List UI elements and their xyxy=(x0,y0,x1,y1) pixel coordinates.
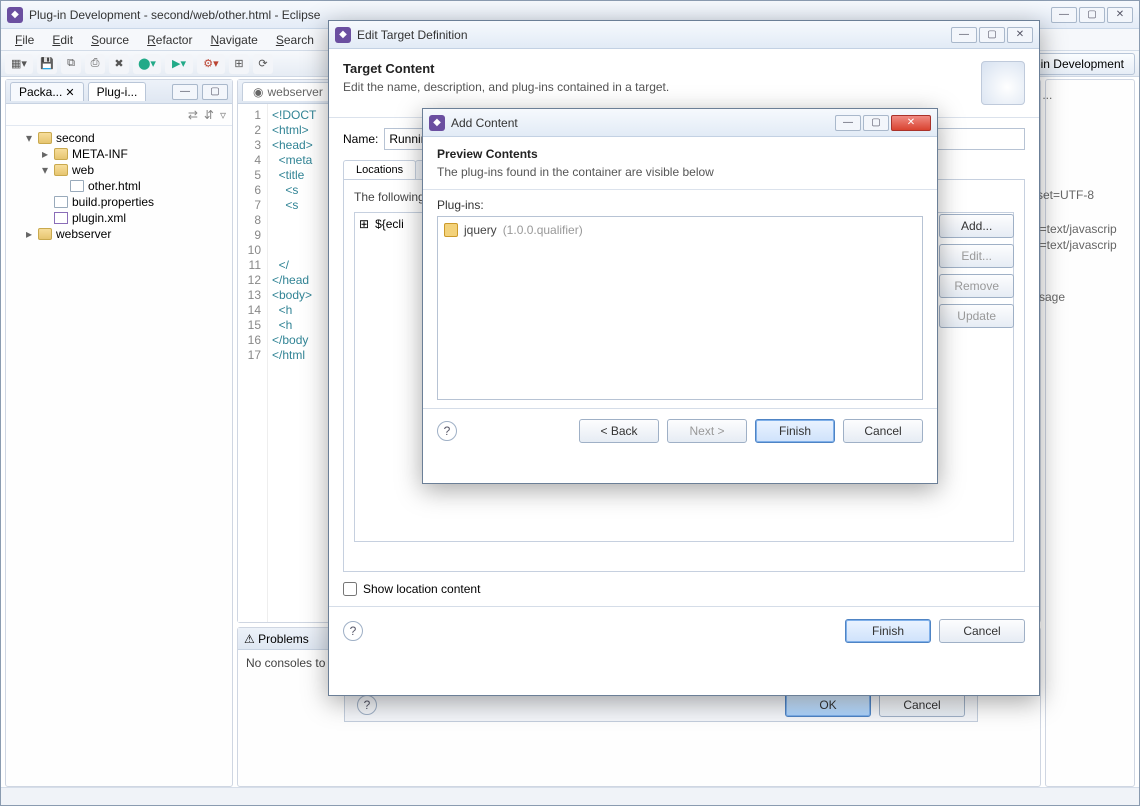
cancel-button[interactable]: Cancel xyxy=(879,693,965,717)
cancel-button[interactable]: Cancel xyxy=(939,619,1025,643)
menu-refactor[interactable]: Refactor xyxy=(139,31,200,49)
name-label: Name: xyxy=(343,132,378,146)
refresh-button[interactable]: ⟳ xyxy=(253,54,273,74)
menu-file[interactable]: File xyxy=(7,31,42,49)
plugins-list[interactable]: jquery (1.0.0.qualifier) xyxy=(437,216,923,400)
remove-button[interactable]: Remove xyxy=(939,274,1014,298)
eclipse-icon: ◆ xyxy=(335,27,351,43)
status-bar xyxy=(1,787,1139,805)
plugins-label: Plug-ins: xyxy=(437,198,923,212)
plugin-name: jquery xyxy=(464,223,497,237)
maximize-button[interactable]: ▢ xyxy=(1079,7,1105,23)
next-button[interactable]: Next > xyxy=(667,419,747,443)
source-code[interactable]: <!DOCT <html> <head> <meta <title <s <s … xyxy=(268,104,320,622)
outline-fragments: k ... rset=UTF-8 e=text/javascrip e=text… xyxy=(1033,87,1133,305)
close-button[interactable]: ✕ xyxy=(1107,7,1133,23)
tool-a[interactable]: ✖ xyxy=(109,54,129,74)
menu-source[interactable]: Source xyxy=(83,31,137,49)
location-item: ${ecli xyxy=(375,217,404,231)
addc-titlebar[interactable]: ◆ Add Content — ▢ ✕ xyxy=(423,109,937,137)
file-icon xyxy=(54,196,68,208)
folder-icon xyxy=(54,164,68,176)
etd-titlebar[interactable]: ◆ Edit Target Definition — ▢ ✕ xyxy=(329,21,1039,49)
etd-title: Edit Target Definition xyxy=(357,28,951,42)
ok-button[interactable]: OK xyxy=(785,693,871,717)
xml-file-icon xyxy=(54,212,68,224)
edit-button[interactable]: Edit... xyxy=(939,244,1014,268)
help-icon[interactable]: ? xyxy=(437,421,457,441)
plugin-version: (1.0.0.qualifier) xyxy=(503,223,583,237)
collapse-icon[interactable]: ⇄ xyxy=(188,108,198,122)
cancel-button[interactable]: Cancel xyxy=(843,419,923,443)
help-icon[interactable]: ? xyxy=(343,621,363,641)
plugin-icon xyxy=(444,223,458,237)
location-icon: ⊞ xyxy=(359,217,369,231)
add-button[interactable]: Add... xyxy=(939,214,1014,238)
folder-icon xyxy=(38,228,52,240)
panel-min-icon[interactable]: — xyxy=(172,84,198,100)
eclipse-icon: ◆ xyxy=(429,115,445,131)
menu-navigate[interactable]: Navigate xyxy=(202,31,265,49)
back-button[interactable]: < Back xyxy=(579,419,659,443)
link-icon[interactable]: ⇵ xyxy=(204,108,214,122)
file-icon xyxy=(70,180,84,192)
help-icon[interactable]: ? xyxy=(357,695,377,715)
open-type-button[interactable]: ⊞ xyxy=(229,54,249,74)
addc-heading: Preview Contents xyxy=(437,147,923,161)
finish-button[interactable]: Finish xyxy=(845,619,931,643)
save-button[interactable]: 💾 xyxy=(37,54,57,74)
addc-title: Add Content xyxy=(451,116,835,130)
folder-icon xyxy=(38,132,52,144)
eclipse-icon: ◆ xyxy=(7,7,23,23)
add-content-dialog: ◆ Add Content — ▢ ✕ Preview Contents The… xyxy=(422,108,938,484)
run-button[interactable]: ▶▾ xyxy=(165,54,193,74)
debug-button[interactable]: ⬤▾ xyxy=(133,54,161,74)
minimize-button[interactable]: — xyxy=(1051,7,1077,23)
problems-tab[interactable]: ⚠ Problems xyxy=(244,632,309,646)
addc-minimize[interactable]: — xyxy=(835,115,861,131)
tab-package-explorer[interactable]: Packa... ✕ xyxy=(10,82,84,101)
package-explorer-panel: Packa... ✕ Plug-i... — ▢ ⇄ ⇵ ▿ ▾second ▸… xyxy=(5,79,233,787)
ext-tools-button[interactable]: ⚙▾ xyxy=(197,54,225,74)
tab-locations[interactable]: Locations xyxy=(343,160,416,179)
file-icon: ◉ xyxy=(253,85,263,99)
menu-icon[interactable]: ▿ xyxy=(220,108,226,122)
finish-button[interactable]: Finish xyxy=(755,419,835,443)
etd-minimize[interactable]: — xyxy=(951,27,977,43)
new-button[interactable]: ▦▾ xyxy=(5,54,33,74)
etd-maximize[interactable]: ▢ xyxy=(979,27,1005,43)
addc-subheading: The plug-ins found in the container are … xyxy=(437,165,923,179)
save-all-button[interactable]: ⧉ xyxy=(61,54,81,74)
menu-edit[interactable]: Edit xyxy=(44,31,81,49)
project-tree[interactable]: ▾second ▸META-INF ▾web other.html build.… xyxy=(6,126,232,786)
line-gutter: 1234567891011121314151617 xyxy=(238,104,268,622)
target-icon xyxy=(981,61,1025,105)
show-location-content-label: Show location content xyxy=(363,582,480,596)
menu-search[interactable]: Search xyxy=(268,31,322,49)
tab-plugins[interactable]: Plug-i... xyxy=(88,82,147,101)
folder-icon xyxy=(54,148,68,160)
addc-maximize[interactable]: ▢ xyxy=(863,115,889,131)
panel-max-icon[interactable]: ▢ xyxy=(202,84,228,100)
etd-subheading: Edit the name, description, and plug-ins… xyxy=(343,80,669,94)
print-button[interactable]: ⎙ xyxy=(85,54,105,74)
addc-close[interactable]: ✕ xyxy=(891,115,931,131)
editor-tab-webserver[interactable]: ◉ webserver xyxy=(242,82,334,101)
etd-close[interactable]: ✕ xyxy=(1007,27,1033,43)
show-location-content-checkbox[interactable] xyxy=(343,582,357,596)
update-button[interactable]: Update xyxy=(939,304,1014,328)
plugin-item[interactable]: jquery (1.0.0.qualifier) xyxy=(444,223,916,237)
etd-heading: Target Content xyxy=(343,61,669,76)
